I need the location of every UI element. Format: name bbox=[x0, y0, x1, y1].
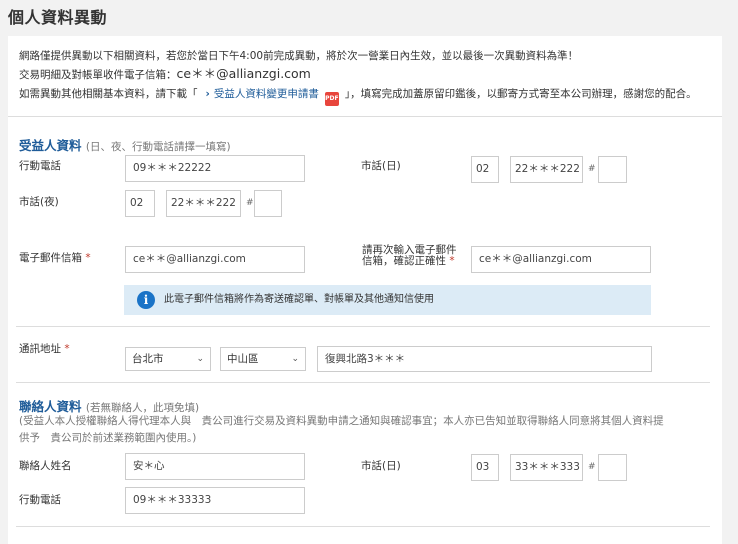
change-form-download-link[interactable]: 受益人資料變更申請書 bbox=[214, 88, 319, 100]
chevron-right-icon: › bbox=[205, 88, 210, 100]
email-confirm-label-line-2: 信箱，確認正確性 bbox=[362, 255, 446, 267]
pdf-icon[interactable]: PDF bbox=[324, 92, 339, 106]
contact-day-area-input[interactable]: 03 bbox=[471, 454, 499, 481]
notice-line-2: 交易明細及對帳單收件電子信箱：ce＊＊@allianzgi.com bbox=[19, 66, 311, 81]
notice-box: 網路僅提供異動以下相關資料，若您於當日下午4:00前完成異動，將於次一營業日內生… bbox=[8, 36, 722, 116]
beneficiary-day-phone-label: 市話(日) bbox=[361, 160, 401, 172]
required-mark: * bbox=[449, 255, 455, 267]
required-mark: * bbox=[64, 343, 70, 355]
divider bbox=[16, 382, 710, 383]
beneficiary-day-number-input[interactable]: 22＊＊＊222 bbox=[510, 156, 583, 183]
city-select[interactable]: 台北市 ⌄ bbox=[125, 347, 211, 371]
beneficiary-title: 受益人資料 bbox=[19, 138, 82, 153]
contact-name-input[interactable]: 安＊心 bbox=[125, 453, 305, 480]
beneficiary-day-area-input[interactable]: 02 bbox=[471, 156, 499, 183]
beneficiary-day-ext-input[interactable] bbox=[598, 156, 627, 183]
contact-mobile-input[interactable]: 09＊＊＊33333 bbox=[125, 487, 305, 514]
contact-name-label: 聯絡人姓名 bbox=[19, 460, 72, 472]
beneficiary-email-confirm-input[interactable]: ce＊＊@allianzgi.com bbox=[471, 246, 651, 273]
beneficiary-night-area-input[interactable]: 02 bbox=[125, 190, 155, 217]
contact-day-ext-input[interactable] bbox=[598, 454, 627, 481]
consent-line-2: 供予 貴公司於前述業務範圍內使用。) bbox=[19, 432, 197, 444]
contact-day-phone-label: 市話(日) bbox=[361, 460, 401, 472]
contact-consent-text: (受益人本人授權聯絡人得代理本人與 貴公司進行交易及資料異動申請之通知與確認事宜… bbox=[19, 413, 719, 447]
beneficiary-address-label: 通訊地址 * bbox=[19, 341, 70, 356]
notice-line-3: 如需異動其他相關基本資料，請下載「 › 受益人資料變更申請書 PDF 」，填寫完成加蓋原… bbox=[19, 89, 697, 106]
district-select[interactable]: 中山區 ⌄ bbox=[220, 347, 306, 371]
notice-download-suffix: 」，填寫完成加蓋原留印鑑後，以郵寄方式寄至本公司辦理，感謝您的配合。 bbox=[344, 88, 697, 100]
beneficiary-night-number-input[interactable]: 22＊＊＊222 bbox=[166, 190, 241, 217]
beneficiary-email-confirm-label: 請再次輸入電子郵件 信箱，確認正確性 * bbox=[362, 245, 457, 267]
consent-line-1: (受益人本人授權聯絡人得代理本人與 貴公司進行交易及資料異動申請之通知與確認事宜… bbox=[19, 415, 664, 427]
contact-day-number-input[interactable]: 33＊＊＊333 bbox=[510, 454, 583, 481]
info-icon: i bbox=[137, 291, 155, 309]
divider bbox=[16, 526, 710, 527]
address-label-text: 通訊地址 bbox=[19, 343, 61, 355]
street-address-input[interactable]: 復興北路3＊＊＊ bbox=[317, 346, 652, 372]
hash-label: # bbox=[588, 462, 596, 472]
beneficiary-mobile-input[interactable]: 09＊＊＊22222 bbox=[125, 155, 305, 182]
beneficiary-subtitle: (日、夜、行動電話請擇一填寫) bbox=[85, 141, 231, 153]
beneficiary-mobile-label: 行動電話 bbox=[19, 160, 61, 172]
notice-line-1: 網路僅提供異動以下相關資料，若您於當日下午4:00前完成異動，將於次一營業日內生… bbox=[19, 50, 579, 62]
chevron-down-icon: ⌄ bbox=[196, 354, 204, 364]
beneficiary-night-phone-label: 市話(夜) bbox=[19, 196, 59, 208]
hash-label: # bbox=[246, 198, 254, 208]
contact-mobile-label: 行動電話 bbox=[19, 494, 61, 506]
contact-title: 聯絡人資料 bbox=[19, 399, 82, 414]
chevron-down-icon: ⌄ bbox=[291, 354, 299, 364]
city-select-value: 台北市 bbox=[132, 353, 164, 365]
beneficiary-email-input[interactable]: ce＊＊@allianzgi.com bbox=[125, 246, 305, 273]
email-label-text: 電子郵件信箱 bbox=[19, 252, 82, 264]
form-panel: 網路僅提供異動以下相關資料，若您於當日下午4:00前完成異動，將於次一營業日內生… bbox=[8, 36, 722, 544]
email-info-text: 此電子郵件信箱將作為寄送確認單、對帳單及其他通知信使用 bbox=[164, 294, 434, 305]
district-select-value: 中山區 bbox=[227, 353, 259, 365]
notice-email: ce＊＊@allianzgi.com bbox=[176, 66, 311, 81]
beneficiary-email-label: 電子郵件信箱 * bbox=[19, 250, 91, 265]
required-mark: * bbox=[85, 252, 91, 264]
divider bbox=[8, 116, 722, 117]
beneficiary-section-title: 受益人資料 (日、夜、行動電話請擇一填寫) bbox=[19, 135, 231, 154]
email-info-banner: i 此電子郵件信箱將作為寄送確認單、對帳單及其他通知信使用 bbox=[124, 285, 651, 315]
notice-download-prefix: 如需異動其他相關基本資料，請下載「 bbox=[19, 88, 198, 100]
beneficiary-night-ext-input[interactable] bbox=[254, 190, 282, 217]
page-title: 個人資料異動 bbox=[8, 8, 108, 27]
divider bbox=[16, 326, 710, 327]
notice-email-prefix: 交易明細及對帳單收件電子信箱： bbox=[19, 69, 177, 81]
hash-label: # bbox=[588, 164, 596, 174]
